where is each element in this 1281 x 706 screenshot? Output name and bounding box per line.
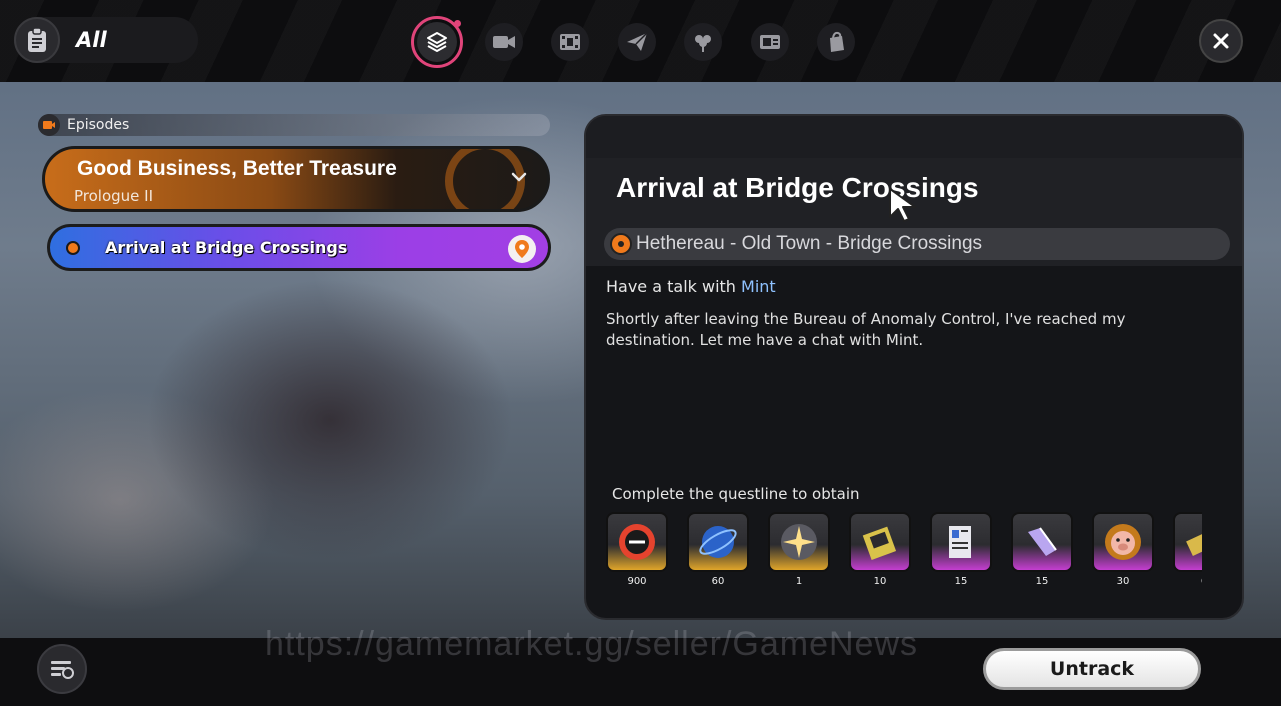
episodes-label: Episodes	[67, 117, 130, 133]
task-target: Mint	[741, 277, 776, 296]
task-prefix: Have a talk with	[606, 277, 742, 296]
notification-dot	[453, 19, 461, 27]
reward-quantity: 10	[873, 576, 887, 587]
close-button[interactable]	[1199, 19, 1243, 63]
reward-item[interactable]: 900	[606, 512, 668, 602]
reward-item[interactable]: 15	[930, 512, 992, 602]
currency-chip-icon	[606, 512, 668, 572]
quest-log-icon	[51, 661, 74, 679]
reward-quantity: 900	[627, 576, 647, 587]
blue-orb-icon	[687, 512, 749, 572]
quest-list-item[interactable]: Arrival at Bridge Crossings	[47, 224, 551, 271]
reward-item[interactable]: 30	[1092, 512, 1154, 602]
quest-log-button[interactable]	[37, 644, 87, 694]
tab-video-quests[interactable]	[478, 16, 530, 68]
tab-film-quests[interactable]	[544, 16, 596, 68]
filter-label: All	[76, 28, 107, 52]
paper-plane-icon	[617, 23, 656, 61]
reward-item[interactable]: 15	[1011, 512, 1073, 602]
flower-icon	[684, 23, 722, 61]
partial-item-icon	[1173, 512, 1202, 572]
watermark-text: https://gamemarket.gg/seller/GameNews	[265, 625, 919, 663]
quest-label: Arrival at Bridge Crossings	[105, 238, 348, 257]
task-objective: Have a talk with Mint	[606, 277, 776, 296]
top-bar: All	[0, 0, 1281, 82]
quest-status-dot	[66, 241, 80, 255]
media-card-icon	[750, 23, 789, 61]
episode-card[interactable]: Good Business, Better Treasure Prologue …	[42, 146, 550, 212]
episode-title: Good Business, Better Treasure	[77, 157, 397, 180]
reward-quantity: 60	[711, 576, 725, 587]
starburst-icon	[768, 512, 830, 572]
reward-quantity: 15	[954, 576, 968, 587]
tab-message-quests[interactable]	[611, 16, 663, 68]
location-text: Hethereau - Old Town - Bridge Crossings	[636, 233, 983, 254]
stack-layers-icon	[417, 22, 457, 62]
rewards-list[interactable]: 900 60 1 10 15 15 30	[606, 512, 1202, 602]
location-bar: Hethereau - Old Town - Bridge Crossings	[604, 228, 1230, 260]
card-pack-icon	[849, 512, 911, 572]
video-camera-icon	[484, 23, 523, 61]
mouse-cursor-icon	[889, 188, 916, 222]
task-description: Shortly after leaving the Bureau of Anom…	[606, 310, 1126, 349]
tab-media-quests[interactable]	[744, 16, 796, 68]
film-strip-icon	[551, 23, 589, 61]
quest-detail-title: Arrival at Bridge Crossings	[616, 172, 979, 203]
reward-quantity: 6	[1201, 576, 1202, 587]
episode-subtitle: Prologue II	[74, 187, 154, 205]
tab-flower-quests[interactable]	[677, 16, 729, 68]
location-pin-icon	[610, 233, 632, 255]
reward-item[interactable]: 1	[768, 512, 830, 602]
reward-item[interactable]: 6	[1173, 512, 1202, 602]
tab-bag-quests[interactable]	[810, 16, 862, 68]
detail-top-strip	[586, 116, 1242, 158]
bag-icon	[817, 23, 855, 61]
episodes-section-header: Episodes	[38, 114, 550, 136]
reward-item[interactable]: 60	[687, 512, 749, 602]
episode-camera-icon	[38, 114, 60, 136]
reward-quantity: 1	[795, 576, 803, 587]
chevron-down-icon[interactable]	[511, 171, 527, 183]
filter-selector[interactable]: All	[14, 17, 198, 63]
reward-item[interactable]: 10	[849, 512, 911, 602]
pig-badge-icon	[1092, 512, 1154, 572]
document-card-icon	[930, 512, 992, 572]
crystal-shard-icon	[1011, 512, 1073, 572]
tab-main-quests[interactable]	[411, 16, 463, 68]
reward-quantity: 15	[1035, 576, 1049, 587]
close-icon	[1213, 33, 1229, 49]
untrack-button[interactable]: Untrack	[983, 648, 1201, 690]
rewards-title: Complete the questline to obtain	[612, 485, 860, 503]
map-pin-icon[interactable]	[508, 235, 536, 263]
category-tabs	[411, 16, 877, 68]
reward-quantity: 30	[1116, 576, 1130, 587]
clipboard-icon	[14, 17, 60, 63]
